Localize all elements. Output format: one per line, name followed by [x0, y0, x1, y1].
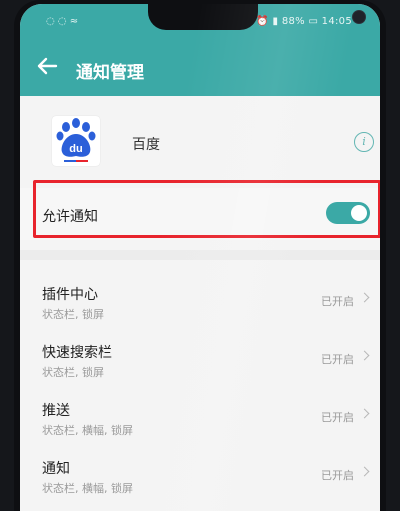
- status-bar-right: ⏰ ▮ 88% ▭ 14:05: [256, 16, 352, 27]
- item-subtitle: 状态栏, 锁屏: [42, 366, 104, 379]
- screen: ◌ ◌ ≈ ⏰ ▮ 88% ▭ 14:05 通知管理 du 百度 i 允许通知 …: [20, 4, 380, 511]
- list-item-push[interactable]: 推送 状态栏, 横幅, 锁屏 已开启: [20, 380, 380, 438]
- item-status: 已开启: [321, 411, 354, 424]
- phone-frame: ◌ ◌ ≈ ⏰ ▮ 88% ▭ 14:05 通知管理 du 百度 i 允许通知 …: [14, 0, 386, 511]
- section-divider: [20, 250, 380, 260]
- item-subtitle: 状态栏, 锁屏: [42, 308, 104, 321]
- item-status: 已开启: [321, 295, 354, 308]
- baidu-logo-icon: du: [52, 116, 100, 166]
- item-subtitle: 状态栏, 横幅, 锁屏: [42, 482, 133, 495]
- chevron-right-icon: [359, 466, 370, 477]
- app-name: 百度: [132, 137, 160, 153]
- item-title: 通知: [42, 461, 70, 477]
- list-item-notification[interactable]: 通知 状态栏, 横幅, 锁屏 已开启: [20, 438, 380, 496]
- list-item-quick-search[interactable]: 快速搜索栏 状态栏, 锁屏 已开启: [20, 322, 380, 380]
- chevron-right-icon: [359, 408, 370, 419]
- page-title: 通知管理: [76, 63, 144, 83]
- item-title: 推送: [42, 403, 70, 419]
- back-arrow-icon[interactable]: [36, 57, 58, 75]
- chevron-right-icon: [359, 292, 370, 303]
- front-camera-icon: [352, 10, 366, 24]
- list-item-plugin-center[interactable]: 插件中心 状态栏, 锁屏 已开启: [20, 264, 380, 322]
- svg-text:du: du: [69, 143, 82, 155]
- info-icon[interactable]: i: [354, 132, 374, 152]
- item-title: 快速搜索栏: [42, 345, 112, 361]
- item-title: 插件中心: [42, 287, 98, 303]
- item-subtitle: 状态栏, 横幅, 锁屏: [42, 424, 133, 437]
- notification-categories-list: 插件中心 状态栏, 锁屏 已开启 快速搜索栏 状态栏, 锁屏 已开启 推送 状态…: [20, 264, 380, 496]
- app-info-row: du 百度 i: [20, 96, 380, 188]
- camera-notch: [148, 4, 366, 30]
- highlight-box: [33, 180, 380, 238]
- status-bar-left: ◌ ◌ ≈: [46, 16, 79, 27]
- app-header: ◌ ◌ ≈ ⏰ ▮ 88% ▭ 14:05 通知管理: [20, 4, 380, 96]
- item-status: 已开启: [321, 353, 354, 366]
- item-status: 已开启: [321, 469, 354, 482]
- chevron-right-icon: [359, 350, 370, 361]
